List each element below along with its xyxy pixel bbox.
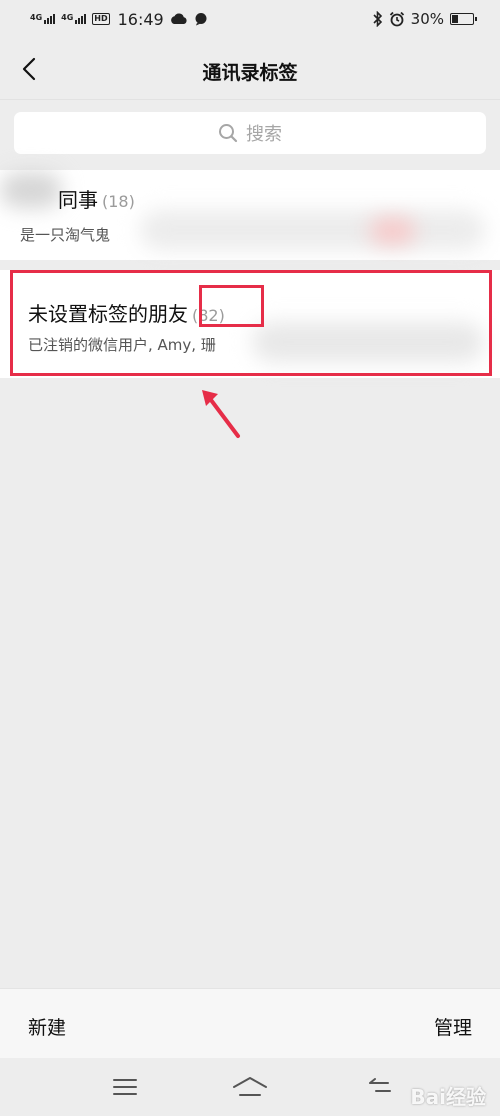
signal-icon: 4G: [61, 13, 87, 24]
signal-type-label: 4G: [30, 13, 43, 22]
back-arrow-icon: [369, 1078, 391, 1092]
status-right: 30%: [373, 10, 477, 28]
blurred-region: [252, 322, 484, 362]
tag-member-count: (82): [192, 306, 225, 325]
tag-name: 同事 (18): [58, 184, 135, 213]
arrow-annotation: [202, 390, 240, 438]
tag-member-count: (18): [102, 192, 135, 211]
signal-type-label: 4G: [61, 13, 74, 22]
signal-icon: 4G: [30, 13, 56, 24]
watermark: Bai经验: [410, 1085, 486, 1109]
home-icon: [233, 1077, 267, 1096]
tag-name-text: 未设置标签的朋友: [28, 302, 188, 326]
battery-icon: [450, 13, 477, 25]
blurred-region: [0, 172, 62, 208]
tag-list-item[interactable]: 未设置标签的朋友 (82) 已注销的微信用户, Amy, 珊: [0, 270, 500, 378]
menu-button[interactable]: [105, 1072, 145, 1102]
bluetooth-icon: [373, 11, 382, 27]
search-input[interactable]: 搜索: [14, 112, 486, 154]
status-time: 16:49: [117, 9, 164, 29]
system-navigation-bar: Bai经验: [0, 1058, 500, 1116]
manage-button[interactable]: 管理: [434, 1013, 472, 1040]
message-icon: [195, 13, 207, 26]
status-left: 4G 4G HD 16:49: [30, 10, 208, 29]
hd-icon: HD: [92, 13, 110, 25]
bottom-toolbar: 新建 管理: [0, 988, 500, 1058]
blurred-region: [370, 218, 415, 244]
status-bar: 4G 4G HD 16:49 30%: [0, 0, 500, 38]
menu-icon: [113, 1079, 137, 1095]
tag-name: 未设置标签的朋友 (82): [28, 298, 225, 327]
navigation-bar: 通讯录标签: [0, 38, 500, 100]
screen: 4G 4G HD 16:49 30% 通讯录标签 搜索 同事 (18) 是一只淘…: [0, 0, 500, 1116]
blurred-region: [140, 210, 485, 250]
page-title: 通讯录标签: [202, 62, 298, 84]
tag-member-preview: 是一只淘气鬼: [20, 226, 111, 244]
back-nav-button[interactable]: [360, 1072, 400, 1102]
search-placeholder: 搜索: [246, 124, 282, 145]
home-button[interactable]: [230, 1072, 270, 1102]
battery-percent: 30%: [410, 10, 444, 28]
battery-level-fill: [452, 15, 458, 23]
tag-list-item[interactable]: 同事 (18) 是一只淘气鬼: [0, 170, 500, 260]
new-tag-button[interactable]: 新建: [28, 1013, 66, 1040]
tag-member-preview: 已注销的微信用户, Amy, 珊: [28, 336, 216, 354]
tag-name-text: 同事: [58, 188, 98, 212]
cloud-icon: [170, 13, 187, 24]
alarm-icon: [389, 11, 404, 27]
search-icon: [219, 124, 238, 143]
